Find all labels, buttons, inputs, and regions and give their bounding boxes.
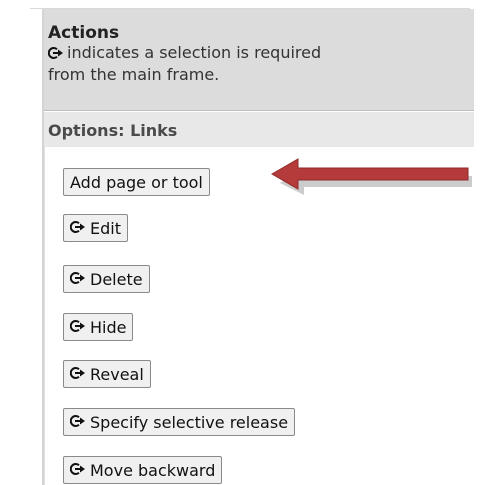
actions-title: Actions <box>48 23 120 43</box>
specify-selective-release-label: Specify selective release <box>90 412 289 432</box>
add-page-button-label: Add page or tool <box>70 172 203 192</box>
selection-required-icon <box>47 45 64 65</box>
move-backward-button[interactable]: Move backward <box>63 456 223 484</box>
delete-button[interactable]: Delete <box>63 265 150 293</box>
red-arrow-icon <box>270 158 472 195</box>
actions-description: indicates a selection is required from t… <box>47 43 474 85</box>
options-title: Options: Links <box>48 121 178 140</box>
delete-button-label: Delete <box>90 269 143 289</box>
header-separator <box>44 110 474 111</box>
actions-description-line1: indicates a selection is required <box>67 43 322 62</box>
add-page-button[interactable]: Add page or tool <box>63 168 210 196</box>
options-header: Options: Links <box>44 112 474 147</box>
selection-required-icon <box>69 365 86 384</box>
specify-selective-release-button[interactable]: Specify selective release <box>63 408 296 436</box>
selection-required-icon <box>69 461 86 480</box>
selection-required-icon <box>69 318 86 337</box>
actions-header: Actions indicates a selection is require… <box>44 9 474 110</box>
hide-button[interactable]: Hide <box>63 313 134 341</box>
edit-button-label: Edit <box>90 218 121 238</box>
move-backward-button-label: Move backward <box>90 460 216 480</box>
selection-required-icon <box>69 270 86 289</box>
actions-description-line2: from the main frame. <box>48 65 220 84</box>
reveal-button-label: Reveal <box>90 364 144 384</box>
reveal-button[interactable]: Reveal <box>63 360 151 388</box>
hide-button-label: Hide <box>90 317 127 337</box>
actions-panel: Actions indicates a selection is require… <box>42 9 474 485</box>
selection-required-icon <box>69 219 86 238</box>
selection-required-icon <box>69 413 86 432</box>
edit-button[interactable]: Edit <box>63 214 128 242</box>
